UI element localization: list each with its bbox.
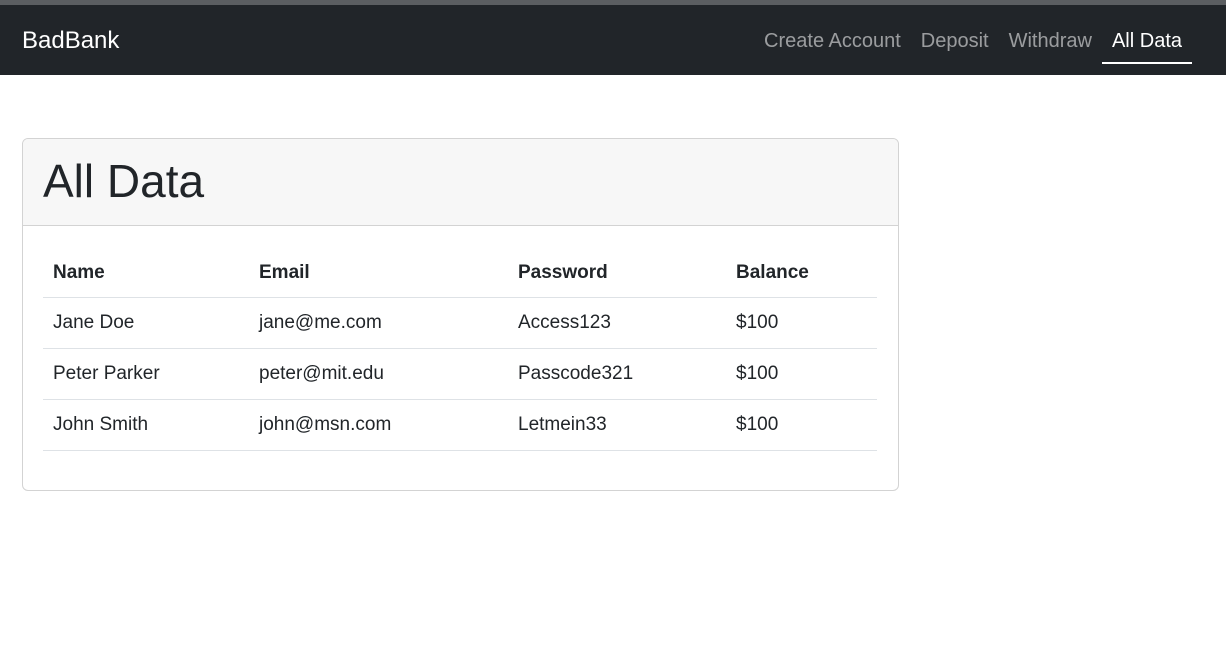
nav-link-withdraw[interactable]: Withdraw	[999, 5, 1102, 75]
table-row: Jane Doe jane@me.com Access123 $100	[43, 297, 877, 349]
navbar: BadBank Create Account Deposit Withdraw …	[0, 5, 1226, 75]
table-row: John Smith john@msn.com Letmein33 $100	[43, 399, 877, 451]
card-body: Name Email Password Balance Jane Doe jan…	[23, 226, 898, 451]
cell-balance: $100	[726, 348, 877, 400]
nav-links: Create Account Deposit Withdraw All Data	[754, 5, 1193, 75]
table-row: Peter Parker peter@mit.edu Passcode321 $…	[43, 348, 877, 400]
card-header: All Data	[23, 139, 898, 226]
cell-email: jane@me.com	[249, 297, 508, 349]
column-header-balance: Balance	[726, 246, 877, 298]
cell-password: Letmein33	[508, 399, 726, 451]
cell-name: John Smith	[43, 399, 249, 451]
column-header-email: Email	[249, 246, 508, 298]
nav-link-all-data[interactable]: All Data	[1101, 5, 1193, 75]
cell-balance: $100	[726, 399, 877, 451]
cell-password: Access123	[508, 297, 726, 349]
cell-password: Passcode321	[508, 348, 726, 400]
all-data-card: All Data Name Email Password Balance Jan…	[22, 138, 899, 491]
table-header-row: Name Email Password Balance	[43, 246, 877, 298]
cell-balance: $100	[726, 297, 877, 349]
cell-name: Jane Doe	[43, 297, 249, 349]
brand-link[interactable]: BadBank	[22, 5, 119, 75]
cell-email: peter@mit.edu	[249, 348, 508, 400]
page-title: All Data	[43, 155, 205, 207]
cell-name: Peter Parker	[43, 348, 249, 400]
cell-email: john@msn.com	[249, 399, 508, 451]
nav-link-create-account[interactable]: Create Account	[754, 5, 911, 75]
nav-link-deposit[interactable]: Deposit	[911, 5, 999, 75]
column-header-password: Password	[508, 246, 726, 298]
column-header-name: Name	[43, 246, 249, 298]
accounts-table: Name Email Password Balance Jane Doe jan…	[43, 246, 877, 451]
